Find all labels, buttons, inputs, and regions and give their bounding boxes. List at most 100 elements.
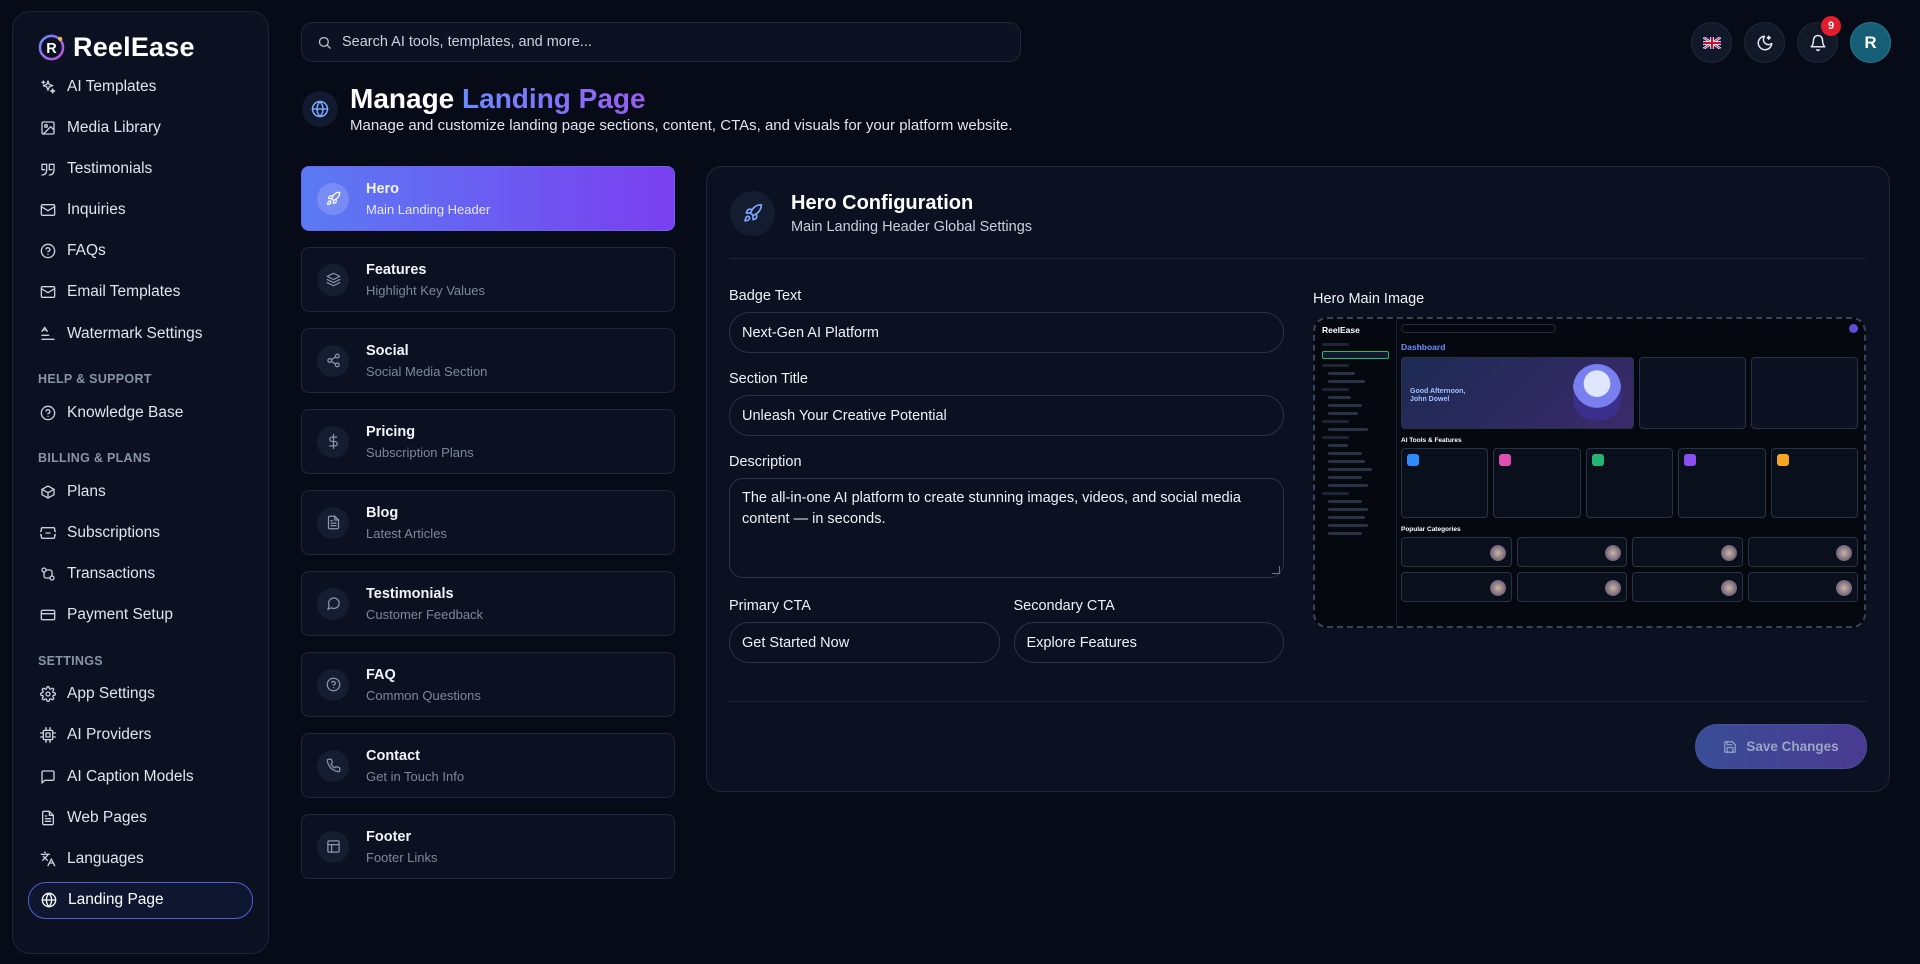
sidebar-item-label: Media Library [67,118,161,136]
hero-image-label: Hero Main Image [1313,291,1425,307]
sidebar-item-landing-page[interactable]: Landing Page [28,881,253,919]
theme-toggle-button[interactable] [1744,22,1785,63]
panel-subtitle: Main Landing Header Global Settings [791,218,1033,235]
sidebar-item-label: Plans [67,482,106,500]
tool-color-icon [1499,454,1512,466]
preview-line [1322,436,1349,439]
tab-desc: Common Questions [366,687,481,703]
sidebar-item-label: Web Pages [67,808,147,826]
sidebar-item-label: Payment Setup [67,606,173,624]
preview-category-card [1747,537,1858,567]
sidebar-item-subscriptions[interactable]: Subscriptions [28,514,253,551]
page-header: Manage Landing Page Manage and customize… [302,84,1013,134]
tab-name: Contact [366,747,420,764]
description-label: Description [729,454,802,470]
preview-tools-heading: AI Tools & Features [1401,437,1462,444]
tab-faq[interactable]: FAQ Common Questions [301,652,675,717]
file-text-icon [40,810,56,826]
sidebar-item-label: Transactions [67,565,156,582]
tab-testimonials[interactable]: Testimonials Customer Feedback [301,571,675,636]
layout-icon [317,830,349,863]
sidebar-item-knowledge-base[interactable]: Knowledge Base [28,394,253,431]
preview-main: Dashboard Good Afternoon, John Dowel AI … [1401,324,1859,621]
sidebar-item-email-templates[interactable]: Email Templates [28,274,253,311]
primary-cta-field[interactable]: Get Started Now [729,622,1000,663]
sidebar-item-plans[interactable]: Plans [28,473,253,510]
description-field[interactable]: The all-in-one AI platform to create stu… [729,478,1284,578]
help-circle-icon [40,243,56,259]
search-input[interactable] [342,34,982,50]
section-tabs: Hero Main Landing Header Features Highligh… [301,166,675,895]
preview-hero-row: Good Afternoon, John Dowel [1401,357,1858,429]
secondary-cta-field[interactable]: Explore Features [1013,622,1284,663]
tab-social[interactable]: Social Social Media Section [301,328,675,393]
tab-desc: Highlight Key Values [366,282,485,298]
sidebar-item-ai-templates[interactable]: AI Templates [28,68,253,105]
credit-card-icon [40,607,56,623]
hero-image-dropzone[interactable]: ReelEase Dashboard Good Afternoon, John … [1313,317,1866,628]
notifications-button[interactable]: 9 [1797,16,1841,63]
cta-row: Primary CTA Get Started Now Secondary CT… [729,598,1284,681]
preview-line [1322,364,1349,367]
resize-handle[interactable] [1272,566,1280,574]
preview-tool-card [1401,448,1489,518]
preview-category-card [1747,572,1858,602]
globe-icon [302,91,338,127]
sidebar-item-faqs[interactable]: FAQs [28,233,253,270]
sidebar-item-web-pages[interactable]: Web Pages [28,799,253,836]
badge-text-field[interactable]: Next-Gen AI Platform [729,312,1284,353]
help-circle-icon [40,405,56,421]
preview-category-card [1632,537,1743,567]
brand[interactable]: R ReelEase [38,30,253,64]
sidebar-item-transactions[interactable]: Transactions [28,556,253,593]
rocket-icon [317,182,349,215]
preview-line [1322,492,1349,495]
page-title-prefix: Manage [350,83,455,114]
help-circle-icon [317,668,349,701]
preview-line [1328,468,1372,471]
message-circle-icon [317,587,349,620]
sidebar-item-languages[interactable]: Languages [28,840,253,877]
tool-color-icon [1591,454,1604,466]
tab-contact[interactable]: Contact Get in Touch Info [301,733,675,798]
language-button[interactable] [1691,22,1732,63]
search-icon [317,35,332,50]
preview-line [1328,508,1369,511]
tab-features[interactable]: Features Highlight Key Values [301,247,675,312]
preview-tool-card [1770,448,1859,518]
sidebar-item-label: AI Templates [67,77,157,95]
save-icon [1723,740,1737,754]
sidebar-item-app-settings[interactable]: App Settings [28,676,253,713]
sidebar-item-ai-providers[interactable]: AI Providers [28,717,253,754]
sidebar-item-payment-setup[interactable]: Payment Setup [28,597,253,634]
tool-color-icon [1684,454,1697,466]
brand-name: ReelEase [73,31,195,62]
languages-icon [40,851,56,867]
preview-line [1322,343,1349,346]
tab-hero[interactable]: Hero Main Landing Header [301,166,675,231]
preview-line [1328,444,1349,447]
tab-blog[interactable]: Blog Latest Articles [301,490,675,555]
sidebar-item-ai-caption-models[interactable]: AI Caption Models [28,758,253,795]
preview-line [1328,484,1369,487]
transfer-icon [40,566,56,582]
sidebar-item-watermark-settings[interactable]: Watermark Settings [28,315,253,352]
preview-tool-card [1493,448,1581,518]
tool-color-icon [1776,454,1789,466]
preview-line [1328,524,1369,527]
section-title-field[interactable]: Unleash Your Creative Potential [729,395,1284,436]
notification-count-badge: 9 [1821,16,1841,36]
sidebar-item-inquiries[interactable]: Inquiries [28,192,253,229]
avatar[interactable]: R [1850,22,1891,63]
secondary-cta-label: Secondary CTA [1013,598,1115,614]
search-bar[interactable] [301,22,1021,62]
panel-title: Hero Configuration [791,191,974,214]
preview-categories-heading: Popular Categories [1401,526,1461,533]
tab-footer[interactable]: Footer Footer Links [301,814,675,879]
tab-pricing[interactable]: Pricing Subscription Plans [301,409,675,474]
sidebar-item-testimonials[interactable]: Testimonials [28,150,253,187]
sidebar-item-media-library[interactable]: Media Library [28,109,253,146]
tab-desc: Footer Links [366,849,438,865]
dollar-icon [317,425,349,458]
save-button[interactable]: Save Changes [1695,724,1867,769]
